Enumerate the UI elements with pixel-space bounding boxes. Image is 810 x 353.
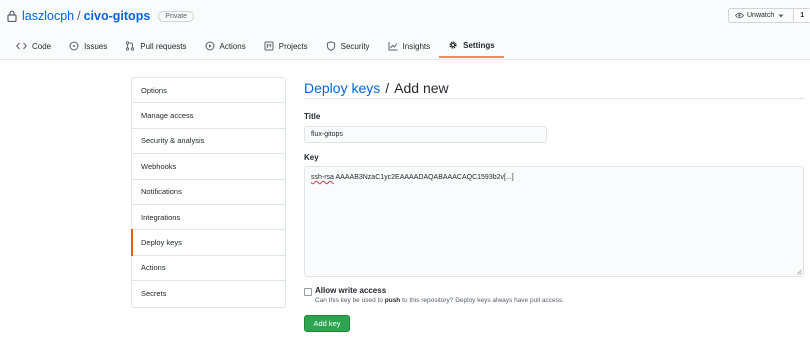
sidebar-item-webhooks[interactable]: Webhooks [132, 154, 285, 180]
allow-write-checkbox[interactable] [304, 288, 312, 296]
watch-control: Unwatch 1 [728, 8, 810, 23]
tab-label: Security [340, 41, 370, 51]
allow-write-label[interactable]: Allow write access [315, 286, 386, 295]
graph-icon [388, 42, 398, 51]
unwatch-label: Unwatch [747, 12, 775, 19]
page-heading: Add new [394, 79, 449, 96]
settings-sidebar: Options Manage access Security & analysi… [131, 77, 286, 308]
lock-icon [7, 10, 17, 22]
code-icon [16, 42, 27, 50]
tab-label: Settings [463, 40, 495, 50]
eye-icon [735, 12, 744, 19]
repo-owner-link[interactable]: laszlocph [22, 9, 74, 23]
repo-title: laszlocph / civo-gitops Private [7, 8, 195, 24]
key-label: Key [304, 153, 319, 162]
resize-handle-icon[interactable] [796, 269, 802, 275]
key-type-text: ssh-rsa [311, 174, 334, 181]
allow-write-note: Can this key be used to push to this rep… [315, 297, 564, 304]
sidebar-item-security-analysis[interactable]: Security & analysis [132, 129, 285, 155]
pull-request-icon [126, 41, 135, 51]
tab-settings[interactable]: Settings [439, 34, 504, 58]
visibility-badge: Private [158, 10, 195, 22]
tab-label: Issues [84, 41, 108, 51]
tab-label: Insights [402, 41, 431, 51]
key-body-text: AAAAB3NzaC1yc2EAAAADAQABAAACAQC1593b2v[.… [333, 174, 514, 181]
key-textarea[interactable]: ssh-rsa AAAAB3NzaC1yc2EAAAADAQABAAACAQC1… [304, 166, 804, 277]
page-title: Deploy keys / Add new [304, 77, 804, 99]
project-icon [264, 41, 274, 51]
breadcrumb-deploy-keys[interactable]: Deploy keys [304, 80, 380, 96]
tab-label: Actions [219, 41, 246, 51]
tab-pull-requests[interactable]: Pull requests [116, 34, 195, 58]
sidebar-item-deploy-keys[interactable]: Deploy keys [131, 229, 285, 257]
tab-security[interactable]: Security [317, 34, 379, 58]
watchers-count[interactable]: 1 [794, 9, 810, 22]
repo-name-link[interactable]: civo-gitops [84, 9, 151, 23]
sidebar-item-options[interactable]: Options [132, 78, 285, 104]
title-label: Title [304, 112, 321, 121]
sidebar-item-actions[interactable]: Actions [132, 256, 285, 282]
tab-label: Pull requests [140, 41, 187, 51]
gear-icon [449, 41, 457, 49]
unwatch-button[interactable]: Unwatch [729, 9, 795, 22]
sidebar-item-integrations[interactable]: Integrations [132, 205, 285, 231]
repo-separator: / [77, 9, 81, 23]
tab-label: Code [32, 41, 52, 51]
breadcrumb-separator: / [385, 79, 390, 96]
sidebar-item-manage-access[interactable]: Manage access [132, 103, 285, 129]
tab-actions[interactable]: Actions [196, 34, 255, 58]
caret-down-icon [778, 14, 784, 17]
repo-header: laszlocph / civo-gitops Private Unwatch … [0, 0, 810, 60]
repo-nav-tabs: Code Issues Pull requests Actions Projec… [7, 34, 504, 60]
tab-insights[interactable]: Insights [379, 34, 440, 58]
note-text-push: push [384, 297, 401, 304]
sidebar-item-secrets[interactable]: Secrets [132, 281, 285, 306]
note-text-post: to this repository? Deploy keys always h… [400, 297, 564, 304]
note-text-pre: Can this key be used to [315, 297, 385, 304]
sidebar-item-notifications[interactable]: Notifications [132, 180, 285, 205]
tab-issues[interactable]: Issues [60, 34, 116, 58]
shield-icon [326, 41, 335, 51]
title-input[interactable]: flux-gitops [304, 126, 547, 143]
tab-code[interactable]: Code [7, 34, 60, 58]
issue-icon [69, 41, 79, 51]
deploy-key-form: Deploy keys / Add new Title flux-gitops … [304, 77, 804, 332]
add-key-button[interactable]: Add key [304, 315, 350, 332]
tab-projects[interactable]: Projects [255, 34, 317, 58]
tab-label: Projects [278, 41, 308, 51]
play-icon [205, 41, 214, 51]
